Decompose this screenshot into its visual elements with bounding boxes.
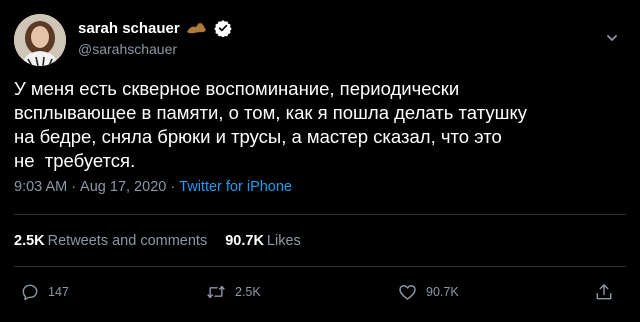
likes-count: 90.7K xyxy=(225,233,264,249)
heart-icon xyxy=(397,282,418,302)
tweet-source-link[interactable]: Twitter for iPhone xyxy=(179,179,292,195)
author-name-row: sarah schauer xyxy=(78,19,232,38)
action-bar: 147 2.5K 90.7K xyxy=(0,282,640,310)
likes-stat[interactable]: 90.7K Likes xyxy=(225,233,301,249)
retweet-count: 2.5K xyxy=(235,285,261,299)
tweet-date[interactable]: Aug 17, 2020 xyxy=(80,179,166,195)
chevron-down-icon[interactable] xyxy=(600,28,624,48)
share-icon xyxy=(594,282,614,302)
avatar-image xyxy=(14,14,66,66)
meta-separator: · xyxy=(71,179,77,195)
share-button[interactable] xyxy=(594,282,614,302)
tweet-card: sarah schauer @sarahschauer У меня есть … xyxy=(0,0,640,322)
retweets-stat[interactable]: 2.5K Retweets and comments xyxy=(14,233,207,249)
like-button[interactable]: 90.7K xyxy=(397,282,459,302)
tweet-text: У меня есть скверное воспоминание, перио… xyxy=(14,78,527,171)
tweet-meta: 9:03 AM · Aug 17, 2020 · Twitter for iPhone xyxy=(14,179,292,195)
tweet-time[interactable]: 9:03 AM xyxy=(14,179,67,195)
author-handle[interactable]: @sarahschauer xyxy=(78,41,177,57)
retweet-icon xyxy=(205,282,227,302)
retweets-count: 2.5K xyxy=(14,233,45,249)
tweet-stats: 2.5K Retweets and comments 90.7K Likes xyxy=(14,233,319,249)
reply-icon xyxy=(20,282,40,302)
display-name[interactable]: sarah schauer xyxy=(78,20,180,37)
retweet-button[interactable]: 2.5K xyxy=(205,282,261,302)
verified-badge-icon xyxy=(214,19,232,38)
avatar[interactable] xyxy=(14,14,66,66)
divider xyxy=(14,266,626,267)
meta-separator: · xyxy=(170,179,176,195)
divider xyxy=(14,214,626,215)
like-count: 90.7K xyxy=(426,285,459,299)
flexed-arm-emoji-icon xyxy=(185,21,209,35)
retweets-label: Retweets and comments xyxy=(47,233,208,249)
reply-count: 147 xyxy=(48,285,69,299)
reply-button[interactable]: 147 xyxy=(20,282,69,302)
likes-label: Likes xyxy=(266,233,301,249)
